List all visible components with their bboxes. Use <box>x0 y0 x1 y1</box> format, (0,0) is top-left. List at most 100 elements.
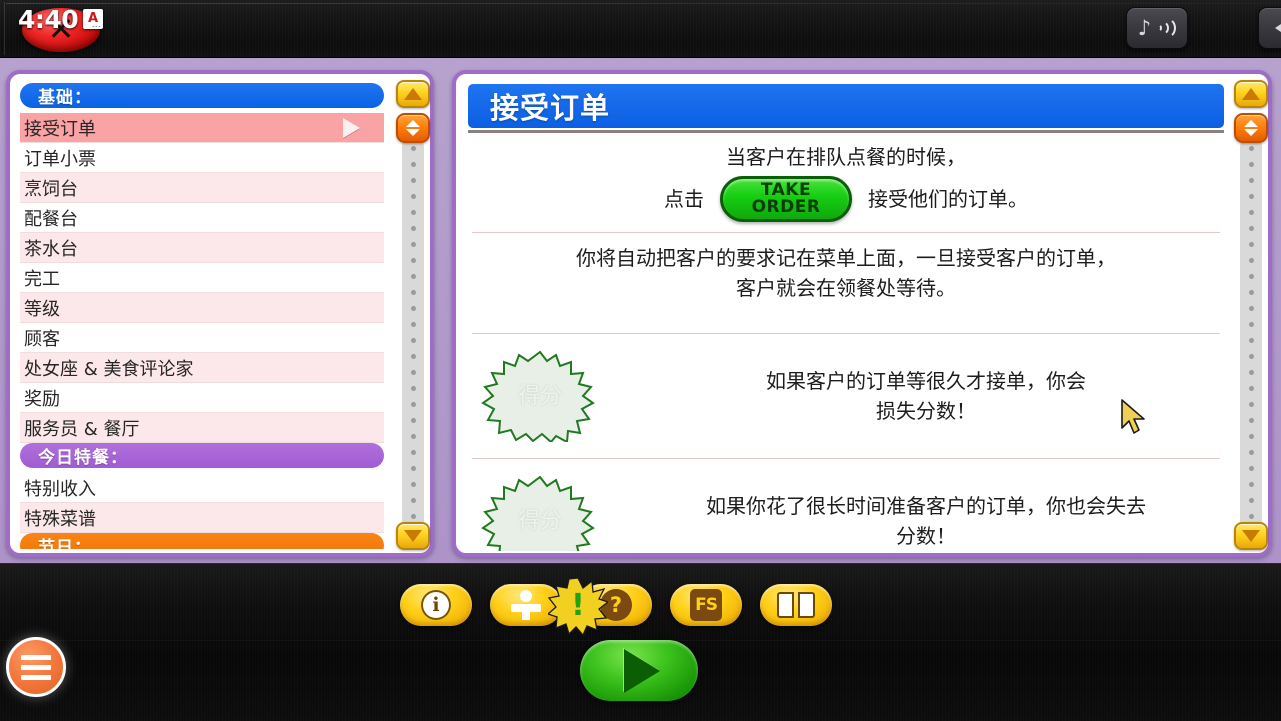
document-scrollbar[interactable] <box>1234 80 1268 550</box>
topic-list: 基础： 接受订单 订单小票 烹饲台 配餐台 茶水台 完工 等级 顾客 处女座 & 美食评论家 奖励服… <box>20 83 384 549</box>
take-order-instruction: 点击 TAKE ORDER 接受他们的订单。 <box>468 176 1224 222</box>
list-item-label: 订单小票 <box>24 148 96 170</box>
score-badge-2-text: 得分 <box>517 508 562 534</box>
chevron-down-icon-2 <box>1242 530 1260 542</box>
note-1-line-1: 如果客户的订单等很久才接单，你会 <box>766 369 1086 393</box>
scroll-track-dot <box>1248 162 1254 167</box>
play-button[interactable] <box>580 640 698 701</box>
system-volume-button[interactable]: ⚡ <box>1258 7 1281 49</box>
scroll-track-dot <box>410 418 416 423</box>
scroll-track-dot <box>1248 338 1254 343</box>
hamburger-line-1 <box>21 654 51 660</box>
score-badge-1: 得分 <box>476 350 604 442</box>
list-item-label: 配餐台 <box>24 208 78 230</box>
list-section-header: 节日： <box>20 533 384 549</box>
section-auto-menu: 你将自动把客户的要求记在菜单上面，一旦接受客户的订单， 客户就会在领餐处等待。 <box>468 243 1224 303</box>
thumb-up-icon-2 <box>1244 120 1258 127</box>
list-item[interactable]: 处女座 & 美食评论家 <box>20 353 384 383</box>
scroll-track-dot <box>1248 450 1254 455</box>
topic-list-scrollbar[interactable] <box>396 80 430 550</box>
scroll-track-dot <box>410 402 416 407</box>
list-item[interactable]: 顾客 <box>20 323 384 353</box>
list-item[interactable]: 奖励 <box>20 383 384 413</box>
document-title: 接受订单 <box>468 84 1224 133</box>
topic-list-panel: 基础： 接受订单 订单小票 烹饲台 配餐台 茶水台 完工 等级 顾客 处女座 & 美食评论家 奖励服… <box>6 70 434 557</box>
open-book-icon <box>777 592 815 618</box>
section-score-penalty-wait: 得分 如果客户的订单等很久才接单，你会 损失分数！ <box>468 344 1224 448</box>
scroll-track-dot <box>1248 258 1254 263</box>
scroll-up-button-right[interactable] <box>1234 80 1268 108</box>
scroll-track-dot <box>410 466 416 471</box>
list-item-label: 顾客 <box>24 328 60 350</box>
info-button[interactable]: i <box>400 584 472 626</box>
para2-line-2: 客户就会在领餐处等待。 <box>736 276 956 300</box>
after-button-text: 接受他们的订单。 <box>868 187 1028 211</box>
scroll-down-button-right[interactable] <box>1234 522 1268 550</box>
list-item[interactable]: 烹饲台 <box>20 173 384 203</box>
app-root: ✕ 4:40 A ... ♪ ⚡ 基础： 接受订单订单小票烹饲台 <box>0 0 1281 721</box>
mouse-pointer-icon <box>1121 399 1145 434</box>
scroll-track-dot <box>1248 146 1254 151</box>
fs-logo-icon: F S <box>690 589 722 621</box>
music-volume-button[interactable]: ♪ <box>1126 7 1188 49</box>
scroll-track-right[interactable] <box>1240 136 1262 536</box>
scroll-track-dot <box>1248 386 1254 391</box>
take-order-button[interactable]: TAKE ORDER <box>720 176 852 222</box>
list-item-label: 服务员 & 餐厅 <box>24 418 140 440</box>
scroll-track-dot <box>410 162 416 167</box>
list-section-header-label: 节日： <box>38 538 92 549</box>
alert-badge[interactable]: ! <box>548 577 608 635</box>
list-item[interactable]: 特别收入 <box>20 473 384 503</box>
fs-logo-button[interactable]: F S <box>670 584 742 626</box>
scroll-track-dot <box>410 450 416 455</box>
fs-logo-bottom: S <box>705 594 718 615</box>
list-item[interactable]: 接受订单 <box>20 113 384 143</box>
hamburger-menu-button[interactable] <box>6 637 66 697</box>
list-item-label: 奖励 <box>24 388 60 410</box>
list-item[interactable]: 服务员 & 餐厅 <box>20 413 384 443</box>
scroll-track-dot <box>410 258 416 263</box>
list-item-label: 等级 <box>24 298 60 320</box>
input-method-badge[interactable]: A ... <box>83 9 103 29</box>
alert-exclamation-glyph: ! <box>571 588 585 623</box>
scroll-track-left[interactable] <box>402 136 424 536</box>
list-item[interactable]: 完工 <box>20 263 384 293</box>
help-document-panel: 接受订单 当客户在排队点餐的时候， 点击 TAKE ORDER 接受他们的订单。 <box>452 70 1272 557</box>
selected-play-icon <box>343 117 360 138</box>
chevron-up-icon <box>404 88 422 100</box>
list-item[interactable]: 特殊菜谱 <box>20 503 384 533</box>
scroll-track-dot <box>410 290 416 295</box>
play-triangle-icon <box>624 648 660 693</box>
scroll-down-button-left[interactable] <box>396 522 430 550</box>
scroll-track-dot <box>1248 210 1254 215</box>
book-button[interactable] <box>760 584 832 626</box>
scroll-track-dot <box>410 370 416 375</box>
scroll-track-dot <box>410 338 416 343</box>
person-icon <box>511 590 541 620</box>
scroll-track-dot <box>410 306 416 311</box>
list-item[interactable]: 茶水台 <box>20 233 384 263</box>
info-circle-icon: i <box>421 590 451 620</box>
scroll-track-dot <box>1248 482 1254 487</box>
list-item[interactable]: 订单小票 <box>20 143 384 173</box>
score-badge-1-text: 得分 <box>517 383 562 409</box>
scroll-up-button-left[interactable] <box>396 80 430 108</box>
intro-line-1: 当客户在排队点餐的时候， <box>726 145 966 169</box>
list-item[interactable]: 配餐台 <box>20 203 384 233</box>
scroll-track-dot <box>1248 290 1254 295</box>
thumb-down-icon <box>406 129 420 136</box>
scroll-track-dot <box>1248 306 1254 311</box>
scroll-track-dot <box>1248 242 1254 247</box>
list-item-label: 完工 <box>24 268 60 290</box>
scroll-thumb-right[interactable] <box>1234 113 1268 143</box>
scroll-track-dot <box>410 242 416 247</box>
input-method-dots: ... <box>91 20 101 29</box>
list-section-header: 今日特餐： <box>20 443 384 468</box>
scroll-track-dot <box>1248 274 1254 279</box>
scroll-track-dot <box>410 322 416 327</box>
scroll-thumb-left[interactable] <box>396 113 430 143</box>
scroll-track-dot <box>1248 354 1254 359</box>
list-item[interactable]: 等级 <box>20 293 384 323</box>
toolbar-buttons: i ? F S ! <box>400 577 832 635</box>
section-intro: 当客户在排队点餐的时候， 点击 TAKE ORDER 接受他们的订单。 <box>468 142 1224 222</box>
